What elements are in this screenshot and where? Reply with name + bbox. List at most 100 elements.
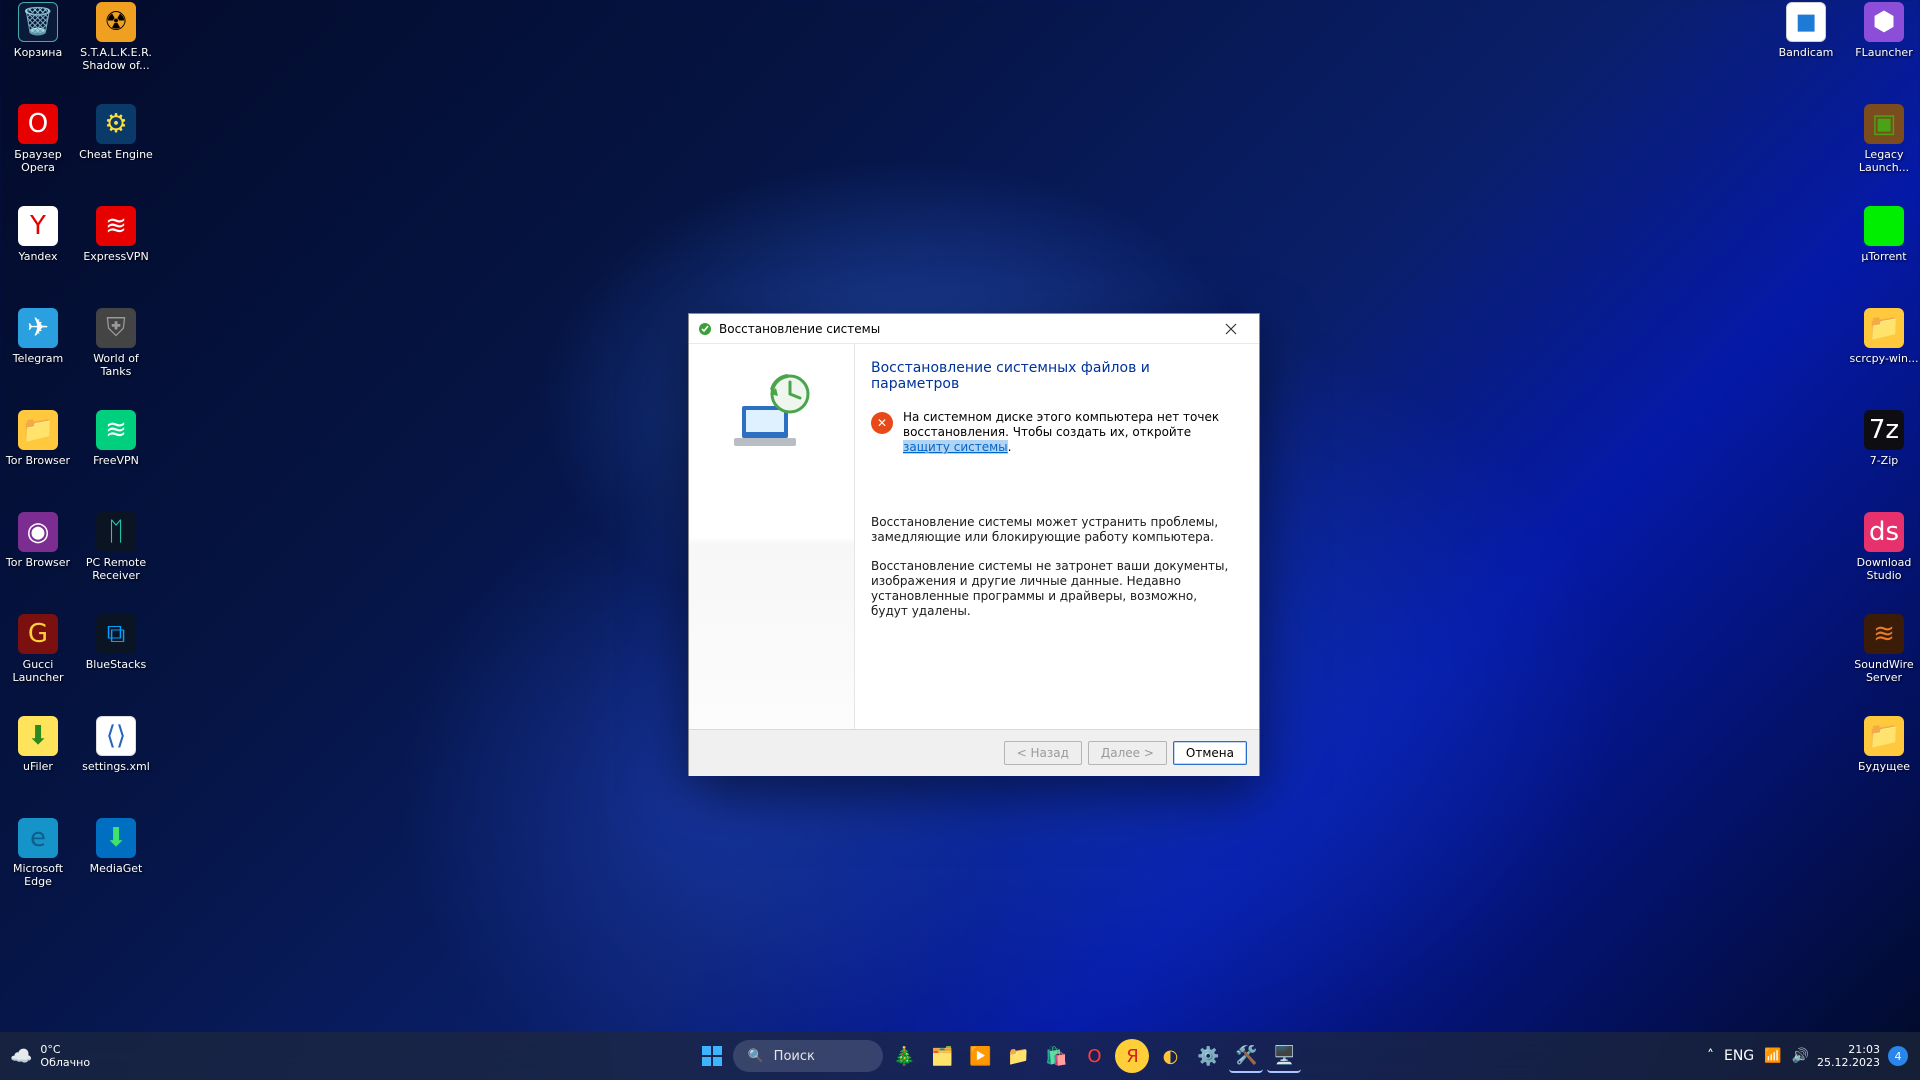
app-icon: 📁 — [1864, 716, 1904, 756]
weather-icon: ☁️ — [10, 1050, 32, 1063]
taskbar-clipchamp-icon[interactable]: ▶️ — [963, 1039, 997, 1073]
app-icon: ≋ — [96, 410, 136, 450]
desktop-icon[interactable]: ≋ ExpressVPN — [78, 206, 154, 263]
icon-label: FLauncher — [1846, 46, 1920, 59]
desktop-icon[interactable]: 📁Tor Browser — [0, 410, 76, 467]
desktop-icon[interactable]: 📁 Будущее — [1846, 716, 1920, 773]
desktop-icon[interactable]: OБраузер Opera — [0, 104, 76, 174]
clock-time: 21:03 — [1817, 1043, 1880, 1056]
dialog-footer: < Назад Далее > Отмена — [689, 729, 1259, 776]
error-text-pre: На системном диске этого компьютера нет … — [903, 410, 1219, 439]
app-icon: e — [18, 818, 58, 858]
desktop-icon[interactable]: ≋SoundWire Server — [1846, 614, 1920, 684]
notification-badge[interactable]: 4 — [1888, 1046, 1908, 1066]
app-icon: Y — [18, 206, 58, 246]
desktop-icon[interactable]: ⟨⟩ settings.xml — [78, 716, 154, 773]
desktop-icon[interactable]: dsDownload Studio — [1846, 512, 1920, 582]
search-icon: 🔍 — [747, 1049, 763, 1064]
icon-label: ExpressVPN — [78, 250, 154, 263]
desktop-icon[interactable]: µ µTorrent — [1846, 206, 1920, 263]
wifi-icon[interactable]: 📶 — [1764, 1048, 1781, 1064]
desktop-icon[interactable]: ⛨World of Tanks — [78, 308, 154, 378]
close-button[interactable] — [1211, 315, 1251, 343]
icon-label: uFiler — [0, 760, 76, 773]
app-icon: ▣ — [1864, 104, 1904, 144]
dialog-titlebar[interactable]: Восстановление системы — [689, 314, 1259, 344]
taskbar-store-icon[interactable]: 🛍️ — [1039, 1039, 1073, 1073]
taskbar-widget-icon[interactable]: 🎄 — [887, 1039, 921, 1073]
taskbar: ☁️ 0°C Облачно 🔍 Поиск 🎄 🗂️ ▶️ 📁 🛍️ O Я … — [0, 1032, 1920, 1080]
taskbar-restore-icon[interactable]: 🖥️ — [1267, 1039, 1301, 1073]
dialog-paragraph-2: Восстановление системы не затронет ваши … — [871, 559, 1237, 619]
desktop-icon[interactable]: ⚙Cheat Engine — [78, 104, 154, 161]
icon-label: Tor Browser — [0, 556, 76, 569]
icon-label: settings.xml — [78, 760, 154, 773]
weather-temp: 0°C — [40, 1043, 90, 1056]
desktop-icon[interactable]: ⧉ BlueStacks — [78, 614, 154, 671]
dialog-sidebar — [689, 344, 855, 729]
taskbar-settings-icon[interactable]: ⚙️ — [1191, 1039, 1225, 1073]
icon-label: µTorrent — [1846, 250, 1920, 263]
icon-label: Telegram — [0, 352, 76, 365]
icon-label: Microsoft Edge — [0, 862, 76, 888]
app-icon: ⬇ — [18, 716, 58, 756]
desktop-icon[interactable]: ☢S.T.A.L.K.E.R. Shadow of... — [78, 2, 154, 72]
taskbar-clock[interactable]: 21:03 25.12.2023 — [1817, 1043, 1880, 1069]
desktop-icon[interactable]: ✈ Telegram — [0, 308, 76, 365]
app-icon: ⛨ — [96, 308, 136, 348]
icon-label: Legacy Launch... — [1846, 148, 1920, 174]
system-restore-dialog: Восстановление системы Восстановление си… — [688, 313, 1260, 776]
icon-label: Cheat Engine — [78, 148, 154, 161]
icon-label: MediaGet — [78, 862, 154, 875]
desktop-icon[interactable]: 📁scrcpy-win... — [1846, 308, 1920, 365]
desktop-icon[interactable]: ⬇MediaGet — [78, 818, 154, 875]
desktop-icon[interactable]: e Microsoft Edge — [0, 818, 76, 888]
search-box[interactable]: 🔍 Поиск — [733, 1040, 883, 1072]
app-icon: ✈ — [18, 308, 58, 348]
app-icon: ⧉ — [96, 614, 136, 654]
desktop-icon[interactable]: ᛖPC Remote Receiver — [78, 512, 154, 582]
start-button[interactable] — [695, 1039, 729, 1073]
app-icon: ⬢ — [1864, 2, 1904, 42]
taskbar-explorer-icon[interactable]: 📁 — [1001, 1039, 1035, 1073]
app-icon: 🗑️ — [18, 2, 58, 42]
dialog-title: Восстановление системы — [719, 322, 1211, 336]
app-icon: µ — [1864, 206, 1904, 246]
error-message: ✕ На системном диске этого компьютера не… — [871, 410, 1237, 455]
desktop-icon[interactable]: ≋FreeVPN — [78, 410, 154, 467]
volume-icon[interactable]: 🔊 — [1792, 1048, 1809, 1064]
icon-label: BlueStacks — [78, 658, 154, 671]
desktop-icon[interactable]: 7z7-Zip — [1846, 410, 1920, 467]
desktop-icon[interactable]: ⬇ uFiler — [0, 716, 76, 773]
desktop-icon[interactable]: YYandex — [0, 206, 76, 263]
icon-label: Tor Browser — [0, 454, 76, 467]
system-protection-link[interactable]: защиту системы — [903, 440, 1008, 454]
app-icon: ᛖ — [96, 512, 136, 552]
app-icon: ds — [1864, 512, 1904, 552]
desktop-icon[interactable]: 🗑️Корзина — [0, 2, 76, 59]
task-view-button[interactable]: 🗂️ — [925, 1039, 959, 1073]
app-icon: 7z — [1864, 410, 1904, 450]
weather-widget[interactable]: ☁️ 0°C Облачно — [10, 1043, 90, 1069]
dialog-heading: Восстановление системных файлов и параме… — [871, 360, 1237, 392]
icon-label: Будущее — [1846, 760, 1920, 773]
app-icon: ≋ — [96, 206, 136, 246]
desktop-icon[interactable]: ▣ Legacy Launch... — [1846, 104, 1920, 174]
cancel-button[interactable]: Отмена — [1173, 741, 1247, 765]
desktop-icon[interactable]: ◼Bandicam — [1768, 2, 1844, 59]
dialog-icon — [697, 321, 713, 337]
icon-label: S.T.A.L.K.E.R. Shadow of... — [78, 46, 154, 72]
restore-illustration-icon — [724, 366, 820, 462]
app-icon: ⟨⟩ — [96, 716, 136, 756]
desktop-icon[interactable]: GGucci Launcher — [0, 614, 76, 684]
app-icon: G — [18, 614, 58, 654]
taskbar-yandex-icon[interactable]: Я — [1115, 1039, 1149, 1073]
taskbar-system-icon[interactable]: 🛠️ — [1229, 1039, 1263, 1073]
taskbar-mediaget-icon[interactable]: ◐ — [1153, 1039, 1187, 1073]
taskbar-opera-icon[interactable]: O — [1077, 1039, 1111, 1073]
desktop-icon[interactable]: ◉Tor Browser — [0, 512, 76, 569]
tray-language[interactable]: ENG — [1724, 1048, 1754, 1064]
tray-overflow-icon[interactable]: ˄ — [1707, 1048, 1714, 1064]
desktop-icon[interactable]: ⬢ FLauncher — [1846, 2, 1920, 59]
error-text-post: . — [1008, 440, 1012, 454]
